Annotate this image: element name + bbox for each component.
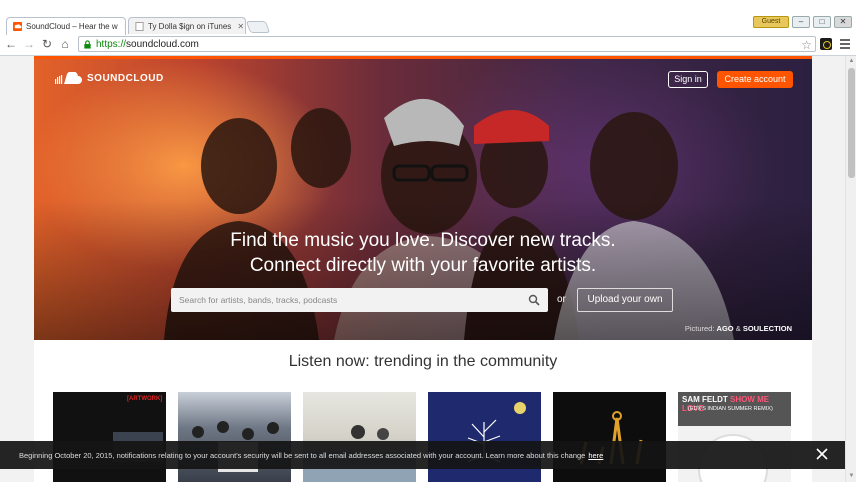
cloud-logo-icon	[55, 72, 82, 84]
artwork-subtitle: (EDX'S INDIAN SUMMER REMIX)	[688, 406, 773, 412]
browser-tabstrip: SoundCloud – Hear the w ✕ Ty Dolla $ign …	[0, 0, 856, 35]
tab-itunes[interactable]: Ty Dolla $ign on iTunes ✕	[128, 17, 246, 35]
search-input[interactable]: Search for artists, bands, tracks, podca…	[171, 288, 548, 312]
forward-arrow-icon[interactable]: →	[22, 37, 36, 51]
artwork-artist: SAM FELDT	[682, 395, 728, 404]
upload-button[interactable]: Upload your own	[577, 288, 673, 312]
close-window-button[interactable]: ✕	[834, 16, 852, 28]
page-viewport: SOUNDCLOUD Sign in Create account Find t…	[0, 56, 856, 482]
headline-line-2: Connect directly with your favorite arti…	[249, 255, 597, 276]
new-tab-button[interactable]	[245, 21, 271, 33]
tab-close-icon[interactable]: ✕	[124, 22, 125, 31]
headline-line-1: Find the music you love. Discover new tr…	[230, 230, 616, 251]
soundcloud-logo[interactable]: SOUNDCLOUD	[54, 72, 164, 85]
security-notice-bar: Beginning October 20, 2015, notification…	[0, 441, 845, 469]
bookmark-star-icon[interactable]: ☆	[801, 38, 812, 52]
profile-button[interactable]: Guest	[753, 16, 789, 28]
back-arrow-icon[interactable]: ←	[4, 37, 18, 51]
maximize-button[interactable]: □	[813, 16, 831, 28]
trending-heading: Listen now: trending in the community	[288, 353, 558, 370]
url-host: soundcloud.com	[126, 38, 199, 50]
url-scheme: https://	[96, 38, 127, 50]
page-content: SOUNDCLOUD Sign in Create account Find t…	[34, 56, 812, 482]
create-account-button[interactable]: Create account	[717, 71, 793, 88]
hero-headline: Find the music you love. Discover new tr…	[34, 228, 812, 278]
scroll-up-icon[interactable]: ▲	[848, 58, 855, 65]
artwork-label: [ARTWORK]	[127, 396, 163, 402]
page-favicon-icon	[135, 22, 144, 31]
lock-icon	[84, 39, 91, 49]
scroll-down-icon[interactable]: ▼	[848, 473, 855, 480]
reload-icon[interactable]: ↻	[40, 37, 54, 51]
minimize-button[interactable]: –	[792, 16, 810, 28]
credit-artist-1[interactable]: AGO	[717, 324, 734, 333]
tab-title: Ty Dolla $ign on iTunes	[148, 22, 232, 31]
soundcloud-favicon-icon	[13, 22, 22, 31]
address-bar[interactable]: https://soundcloud.com	[78, 36, 816, 52]
chrome-menu-icon[interactable]	[840, 38, 850, 50]
search-placeholder: Search for artists, bands, tracks, podca…	[179, 295, 338, 305]
browser-toolbar: ← → ↻ ⌂ https://soundcloud.com ☆	[0, 34, 856, 56]
credit-amp: &	[735, 324, 741, 333]
window-controls: Guest – □ ✕	[753, 16, 852, 28]
search-icon[interactable]	[528, 294, 540, 306]
sign-in-button[interactable]: Sign in	[668, 71, 708, 88]
or-label: or	[557, 294, 566, 305]
extension-icon[interactable]	[820, 38, 832, 50]
tab-close-icon[interactable]: ✕	[237, 22, 244, 31]
brand-name: SOUNDCLOUD	[87, 73, 164, 84]
credit-prefix: Pictured:	[684, 324, 715, 333]
page-scrollbar[interactable]: ▲ ▼	[845, 56, 856, 482]
tab-title: SoundCloud – Hear the w	[26, 22, 118, 31]
credit-artist-2[interactable]: SOULECTION	[743, 324, 792, 333]
notice-link[interactable]: here	[588, 451, 603, 460]
home-icon[interactable]: ⌂	[58, 37, 72, 51]
close-icon[interactable]	[815, 447, 829, 461]
notice-text: Beginning October 20, 2015, notification…	[19, 450, 586, 460]
scrollbar-thumb[interactable]	[848, 68, 855, 178]
hero-banner: SOUNDCLOUD Sign in Create account Find t…	[34, 56, 812, 340]
tab-soundcloud[interactable]: SoundCloud – Hear the w ✕	[6, 17, 126, 35]
photo-credit: Pictured: AGO & SOULECTION	[685, 324, 792, 333]
